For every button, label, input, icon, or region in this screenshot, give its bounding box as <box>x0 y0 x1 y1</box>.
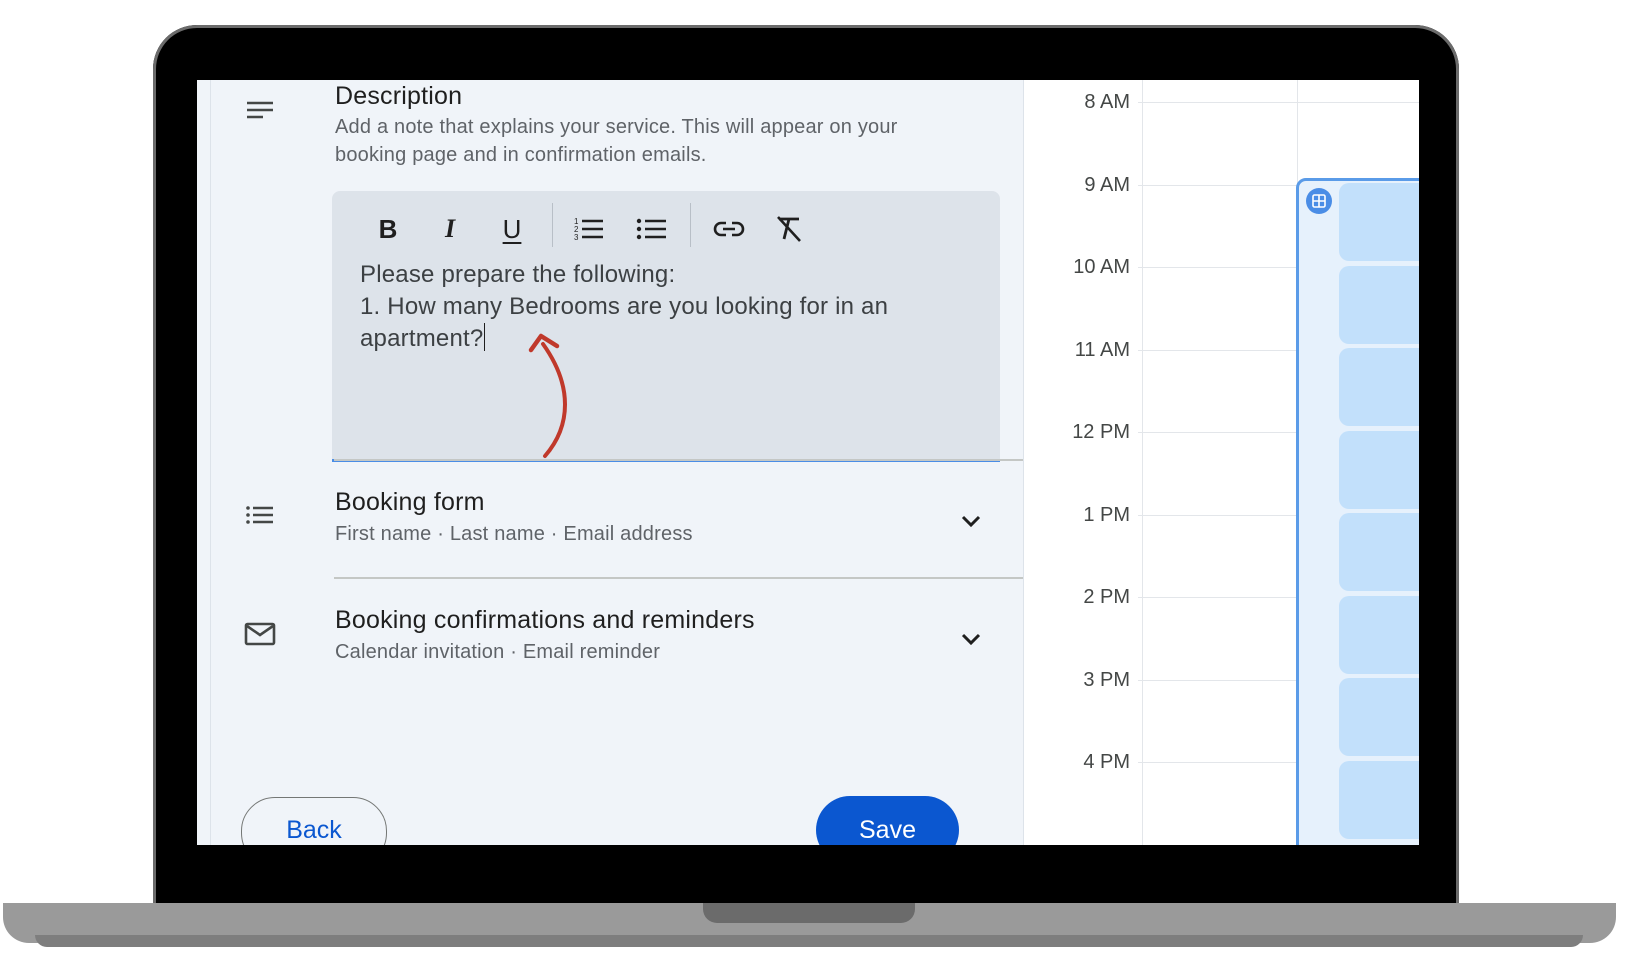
description-subtitle-line1: Add a note that explains your service. T… <box>335 116 898 138</box>
booking-form-subtitle: First name · Last name · Email address <box>335 523 693 545</box>
notes-icon <box>245 98 275 129</box>
hour-label: 1 PM <box>1083 503 1130 526</box>
toolbar-separator <box>552 203 553 247</box>
italic-icon: I <box>444 214 456 243</box>
laptop-base-shadow <box>35 935 1583 947</box>
hour-label: 8 AM <box>1084 91 1130 113</box>
editor-line-3: apartment? <box>360 325 484 352</box>
text-caret <box>484 323 486 351</box>
laptop-notch <box>703 903 915 923</box>
description-subtitle-line2: booking page and in confirmation emails. <box>335 144 707 166</box>
description-title: Description <box>335 82 463 110</box>
booking-slot[interactable] <box>1339 430 1419 509</box>
hour-label: 10 AM <box>1073 256 1130 278</box>
calendar-grid-icon <box>1306 188 1332 214</box>
screen: Description Add a note that explains you… <box>197 80 1419 845</box>
booking-slot[interactable] <box>1339 183 1419 261</box>
hour-label: 2 PM <box>1083 586 1130 608</box>
booking-slot[interactable] <box>1339 265 1419 344</box>
description-editor-text[interactable]: Please prepare the following: 1. How man… <box>360 259 960 355</box>
section-divider <box>334 577 1023 579</box>
bulleted-list-button[interactable] <box>632 209 672 249</box>
confirmations-title[interactable]: Booking confirmations and reminders <box>335 606 755 635</box>
confirmations-subtitle: Calendar invitation · Email reminder <box>335 641 661 663</box>
description-editor[interactable]: B I U 1 2 3 Please prepare the following… <box>332 191 1000 462</box>
booking-slot[interactable] <box>1339 678 1419 756</box>
bulleted-list-icon <box>636 218 666 240</box>
save-button[interactable]: Save <box>816 796 959 845</box>
booking-form-title[interactable]: Booking form <box>335 488 485 517</box>
bold-icon: B <box>378 213 398 244</box>
clear-formatting-icon <box>777 216 801 242</box>
section-divider <box>334 459 1023 461</box>
booking-slot[interactable] <box>1339 513 1419 591</box>
booking-slot[interactable] <box>1339 760 1419 839</box>
underline-icon: U <box>502 213 522 244</box>
booking-slot[interactable] <box>1339 348 1419 426</box>
editor-line-2: 1. How many Bedrooms are you looking for… <box>360 293 889 320</box>
hour-label: 12 PM <box>1072 421 1130 443</box>
svg-text:3: 3 <box>574 233 579 242</box>
underline-button[interactable]: U <box>492 209 532 249</box>
numbered-list-button[interactable]: 1 2 3 <box>569 209 609 249</box>
panel-edge <box>210 80 211 845</box>
mail-icon <box>244 621 276 652</box>
hour-gridline <box>1138 102 1419 103</box>
annotation-arrow-icon <box>528 333 567 458</box>
hour-label: 4 PM <box>1083 751 1130 773</box>
toolbar-separator <box>690 203 691 247</box>
editor-line-1: Please prepare the following: <box>360 261 676 288</box>
booking-form-chevron-down-icon[interactable] <box>957 507 985 535</box>
hour-label: 3 PM <box>1083 668 1130 691</box>
numbered-list-icon: 1 2 3 <box>574 217 603 242</box>
hour-label: 9 AM <box>1084 173 1130 196</box>
italic-button[interactable]: I <box>430 209 470 249</box>
calendar-day-view: 8 AM 9 AM 10 AM 11 AM 12 PM 1 PM 2 PM 3 PM 4 PM <box>1024 80 1419 845</box>
back-button[interactable]: Back <box>241 797 387 845</box>
hour-label: 11 AM <box>1074 338 1130 361</box>
list-icon <box>245 504 275 533</box>
availability-block[interactable] <box>1296 178 1419 845</box>
link-icon <box>713 221 745 237</box>
booking-settings-panel: Description Add a note that explains you… <box>197 80 1024 845</box>
link-button[interactable] <box>709 209 749 249</box>
clear-formatting-button[interactable] <box>769 209 809 249</box>
confirmations-chevron-down-icon[interactable] <box>957 625 985 653</box>
booking-slot[interactable] <box>1339 595 1419 674</box>
time-gutter-line <box>1142 80 1143 845</box>
bold-button[interactable]: B <box>368 209 408 249</box>
